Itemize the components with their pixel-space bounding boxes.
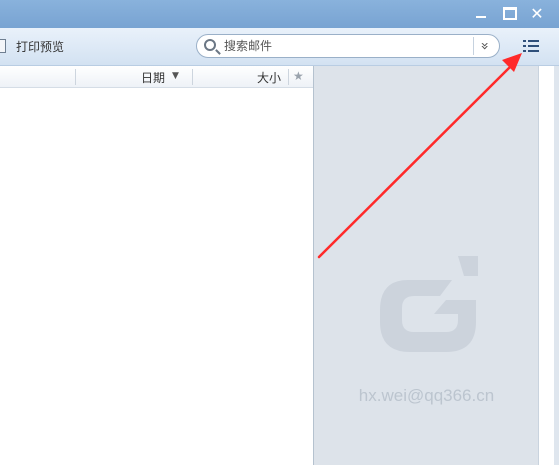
maximize-icon[interactable]: [500, 4, 520, 22]
toolbar: 打印预览: [0, 28, 559, 66]
print-preview-button[interactable]: 打印预览: [16, 38, 64, 55]
list-view-icon: [523, 40, 539, 52]
right-edge-panel: [538, 66, 559, 465]
scrollbar[interactable]: [554, 66, 559, 465]
chevron-down-icon[interactable]: ▼: [172, 71, 179, 81]
column-size[interactable]: 大小: [257, 69, 281, 86]
search-icon: [204, 39, 216, 51]
double-chevron-down-icon[interactable]: [473, 37, 495, 55]
g-logo-icon: [380, 256, 478, 352]
minimize-icon[interactable]: [471, 4, 491, 22]
star-icon[interactable]: ★: [293, 69, 304, 83]
search-input[interactable]: [224, 38, 464, 54]
column-date[interactable]: 日期: [141, 69, 165, 86]
column-divider[interactable]: [192, 69, 193, 85]
search-box[interactable]: [196, 34, 500, 58]
printer-icon[interactable]: [0, 39, 6, 53]
close-icon[interactable]: ✕: [527, 4, 547, 23]
column-divider[interactable]: [288, 69, 289, 85]
column-divider[interactable]: [75, 69, 76, 85]
preview-pane: hx.wei@qq366.cn: [313, 66, 538, 465]
window-titlebar: ✕: [0, 0, 559, 28]
mail-list[interactable]: [0, 89, 313, 465]
list-view-button[interactable]: [518, 34, 544, 58]
watermark-text: hx.wei@qq366.cn: [358, 386, 495, 405]
column-header: 日期 ▼ 大小 ★: [0, 66, 313, 88]
